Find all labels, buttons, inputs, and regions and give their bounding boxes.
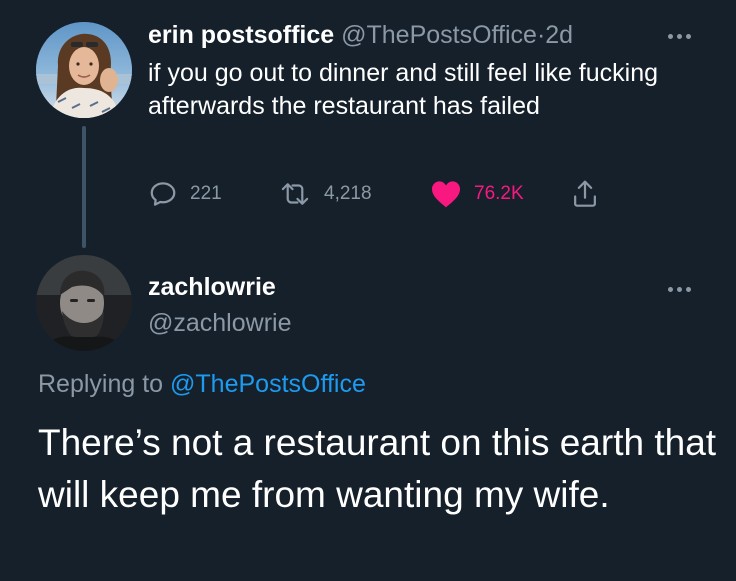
tweet1-like-button[interactable]: 76.2K [430, 174, 524, 214]
tweet1-reply-count: 221 [190, 183, 222, 204]
replying-to-link[interactable]: @ThePostsOffice [170, 370, 366, 398]
tweet2-display-name[interactable]: zachlowrie [148, 272, 276, 302]
tweet1-more-options-icon[interactable] [668, 30, 698, 42]
avatar-zachlowrie-image [36, 255, 132, 351]
heart-icon [432, 181, 460, 208]
avatar-erin[interactable] [36, 22, 132, 118]
tweet2-text: There’s not a restaurant on this earth t… [38, 422, 717, 515]
tweet1-share-button[interactable] [570, 174, 600, 214]
avatar-erin-image [36, 22, 132, 118]
tweet1-display-name[interactable]: erin postsoffice [148, 21, 334, 49]
avatar-zachlowrie[interactable] [36, 255, 132, 351]
tweet2-handle[interactable]: @zachlowrie [148, 308, 291, 338]
tweet1-retweet-button[interactable]: 4,218 [278, 174, 372, 214]
tweet1-header: erin postsoffice @ThePostsOffice·2d [148, 20, 573, 50]
tweet1-timestamp[interactable]: 2d [545, 21, 573, 49]
tweet1-like-count: 76.2K [474, 183, 524, 204]
tweet1-reply-button[interactable]: 221 [148, 174, 222, 214]
retweet-arrows-icon [281, 183, 309, 205]
tweet1-handle[interactable]: @ThePostsOffice [341, 21, 537, 49]
replying-to-line: Replying to @ThePostsOffice [38, 368, 366, 400]
tweet1-retweet-count: 4,218 [324, 183, 372, 204]
share-upload-icon [574, 180, 596, 207]
replying-to-label: Replying to [38, 370, 164, 398]
speech-bubble-icon [150, 182, 176, 206]
thread-connector-line [82, 126, 86, 248]
tweet1-text: if you go out to dinner and still feel l… [148, 59, 659, 120]
tweet2-more-options-icon[interactable] [668, 283, 698, 295]
